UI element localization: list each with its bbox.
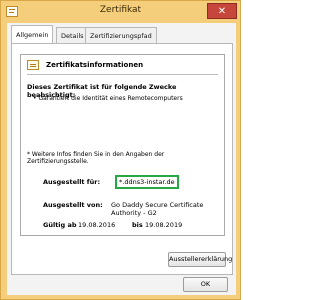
issued-to-label: Ausgestellt für:	[43, 178, 101, 186]
certificate-info-heading: Zertifikatsinformationen	[46, 61, 144, 69]
close-icon: ✕	[217, 6, 227, 17]
certificate-dialog: Zertifikat ✕ Allgemein Details Zertifizi…	[0, 0, 241, 300]
tab-details[interactable]: Details	[56, 27, 89, 43]
divider	[27, 74, 218, 75]
window-title: Zertifikat	[99, 5, 142, 15]
dialog-client-area: Allgemein Details Zertifizierungspfad Ze…	[7, 23, 236, 295]
certificate-icon	[27, 60, 39, 70]
issuer-statement-button[interactable]: Ausstellererklärung	[168, 252, 232, 267]
general-tab-panel: Zertifikatsinformationen Dieses Zertifik…	[11, 43, 233, 275]
issued-by-value: Go Daddy Secure Certificate Authority - …	[111, 201, 204, 217]
more-info-note: * Weitere Infos finden Sie in den Angabe…	[27, 151, 165, 165]
valid-from-label: Gültig ab	[43, 221, 77, 229]
valid-to-value: 19.08.2019	[145, 221, 183, 229]
issued-to-value: *.ddns3-instar.de	[115, 175, 179, 189]
valid-to-label: bis	[132, 221, 143, 229]
certificate-info-box: Zertifikatsinformationen Dieses Zertifik…	[20, 54, 225, 236]
tab-certification-path[interactable]: Zertifizierungspfad	[85, 27, 157, 43]
valid-from-value: 19.08.2016	[78, 221, 116, 229]
close-button[interactable]: ✕	[207, 3, 237, 19]
purpose-list-item: • Garantiert die Identität eines Remotec…	[33, 95, 183, 102]
title-bar[interactable]: Zertifikat ✕	[1, 1, 240, 23]
ok-button[interactable]: OK	[183, 277, 228, 292]
tab-general[interactable]: Allgemein	[11, 25, 54, 43]
issued-by-label: Ausgestellt von:	[43, 201, 103, 209]
